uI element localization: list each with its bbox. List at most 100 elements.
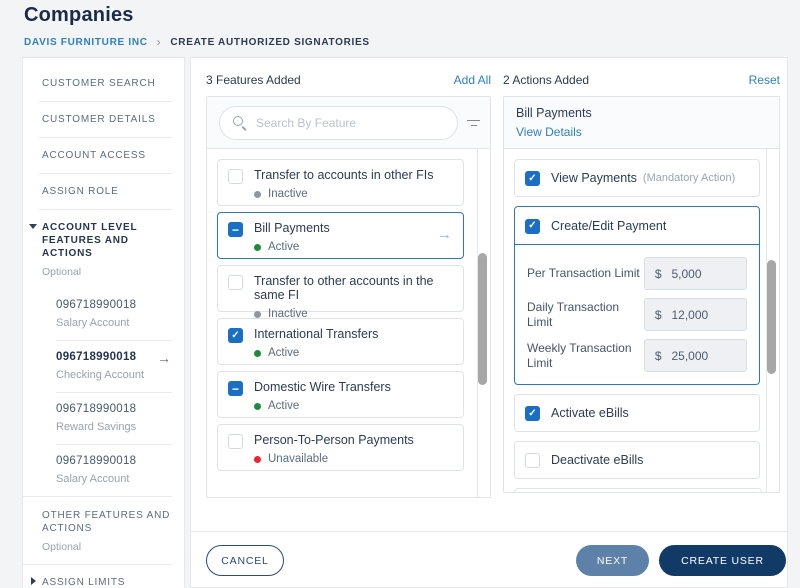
currency-symbol: $ <box>654 266 662 281</box>
action-card-deactivate-ebills[interactable]: Deactivate eBills <box>514 441 760 479</box>
account-number: 096718990018 <box>56 455 137 467</box>
breadcrumb: DAVIS FURNITURE INC CREATE AUTHORIZED SI… <box>24 35 370 49</box>
feature-card-bill-payments[interactable]: − Bill Payments Active <box>217 212 464 259</box>
reset-link[interactable]: Reset <box>749 73 780 87</box>
sidebar-item-assign-role[interactable]: ASSIGN ROLE <box>23 174 184 209</box>
feature-card-p2p-payments[interactable]: Person-To-Person Payments Unavailable <box>217 424 464 471</box>
feature-list: Transfer to accounts in other FIs Inacti… <box>207 149 490 497</box>
mandatory-action-note: (Mandatory Action) <box>642 172 736 184</box>
sidebar-item-label: ASSIGN LIMITS <box>42 577 126 588</box>
limit-row: Per Transaction Limit $ 5,000 <box>527 257 747 290</box>
feature-card-domestic-wire-transfers[interactable]: − Domestic Wire Transfers Active <box>217 371 464 418</box>
feature-card-international-transfers[interactable]: ✓ International Transfers Active <box>217 318 464 365</box>
feature-label: Transfer to accounts in other FIs <box>254 168 434 182</box>
feature-label: International Transfers <box>254 327 379 341</box>
feature-label: Transfer to other accounts in the same F… <box>254 274 434 302</box>
feature-checkbox[interactable] <box>228 169 243 184</box>
transaction-limits: Per Transaction Limit $ 5,000 Daily Tran… <box>515 245 759 384</box>
sidebar-item-other-features[interactable]: OTHER FEATURES AND ACTIONS <box>23 497 184 538</box>
view-details-link[interactable]: View Details <box>516 125 582 139</box>
feature-label: Bill Payments <box>254 221 330 235</box>
actions-added-count: 2 Actions Added <box>503 73 590 87</box>
page-title: Companies <box>24 4 134 26</box>
account-number: 096718990018 <box>56 299 137 311</box>
action-card-view-payments[interactable]: ✓ View Payments (Mandatory Action) <box>514 159 760 197</box>
main-panel: 3 Features Added Add All 2 Actions Added… <box>190 57 788 588</box>
limit-value: 5,000 <box>671 266 702 281</box>
per-transaction-limit-input[interactable]: $ 5,000 <box>643 257 747 290</box>
search-placeholder: Search By Feature <box>256 115 357 130</box>
action-checkbox[interactable]: ✓ <box>525 218 540 234</box>
filter-icon[interactable] <box>466 117 481 129</box>
action-card-activate-ebills[interactable]: ✓ Activate eBills <box>514 394 760 432</box>
sidebar-account-salary-2[interactable]: 096718990018 Salary Account <box>23 445 184 496</box>
sidebar-item-label: ACCOUNT LEVEL FEATURES AND ACTIONS <box>42 222 138 259</box>
sidebar-account-salary-1[interactable]: 096718990018 Salary Account <box>23 289 184 340</box>
action-label: View Payments <box>551 171 637 185</box>
status-label: Unavailable <box>268 453 329 465</box>
arrow-right-icon <box>437 226 452 243</box>
sidebar-account-checking[interactable]: 096718990018 Checking Account <box>23 341 184 392</box>
sidebar-item-customer-details[interactable]: CUSTOMER DETAILS <box>23 102 184 137</box>
limit-row: Daily Transaction Limit $ 12,000 <box>527 298 747 331</box>
optional-label: Optional <box>42 266 82 278</box>
create-user-button[interactable]: CREATE USER <box>659 545 786 576</box>
feature-checkbox[interactable]: − <box>228 381 243 396</box>
status-label: Active <box>268 241 300 253</box>
actions-column-header: 2 Actions Added Reset <box>503 73 780 87</box>
status-dot <box>254 243 261 251</box>
next-button[interactable]: NEXT <box>576 545 649 576</box>
scrollbar-thumb[interactable] <box>767 260 776 374</box>
footer-divider <box>191 531 787 532</box>
status-label: Inactive <box>268 188 308 200</box>
account-type: Checking Account <box>56 369 145 381</box>
action-label: Activate eBills <box>551 406 629 420</box>
sidebar-item-account-level-features[interactable]: ACCOUNT LEVEL FEATURES AND ACTIONS <box>23 210 184 263</box>
features-added-count: 3 Features Added <box>206 73 301 87</box>
limit-value: 12,000 <box>671 307 709 322</box>
status-label: Active <box>268 400 300 412</box>
feature-checkbox[interactable] <box>228 275 243 290</box>
search-icon <box>232 115 247 130</box>
action-card-create-edit-payment[interactable]: ✓ Create/Edit Payment <box>515 207 759 245</box>
cancel-button[interactable]: CANCEL <box>206 545 284 576</box>
sidebar-item-customer-search[interactable]: CUSTOMER SEARCH <box>23 66 184 101</box>
actions-panel: Bill Payments View Details ✓ View Paymen… <box>503 96 780 493</box>
feature-checkbox[interactable]: − <box>228 222 243 237</box>
account-type: Salary Account <box>56 317 130 329</box>
account-type: Reward Savings <box>56 421 137 433</box>
sidebar-account-reward-savings[interactable]: 096718990018 Reward Savings <box>23 393 184 444</box>
feature-label: Domestic Wire Transfers <box>254 380 391 394</box>
feature-search-row: Search By Feature <box>207 97 490 149</box>
action-checkbox[interactable] <box>525 453 540 468</box>
weekly-transaction-limit-input[interactable]: $ 25,000 <box>643 339 747 372</box>
status-dot <box>254 349 261 357</box>
scrollbar-thumb[interactable] <box>478 253 487 385</box>
feature-card-transfer-other-fis[interactable]: Transfer to accounts in other FIs Inacti… <box>217 159 464 206</box>
triangle-right-icon <box>31 577 36 585</box>
sidebar-item-account-access[interactable]: ACCOUNT ACCESS <box>23 138 184 173</box>
limit-value: 25,000 <box>671 348 709 363</box>
action-label: Create/Edit Payment <box>551 218 667 233</box>
action-group-create-edit-payment: ✓ Create/Edit Payment Per Transaction Li… <box>514 206 760 385</box>
arrow-right-icon <box>157 350 171 366</box>
optional-label: Optional <box>42 541 82 553</box>
feature-label: Person-To-Person Payments <box>254 433 414 447</box>
feature-checkbox[interactable] <box>228 434 243 449</box>
daily-transaction-limit-input[interactable]: $ 12,000 <box>643 298 747 331</box>
action-checkbox[interactable]: ✓ <box>525 406 540 421</box>
feature-checkbox[interactable]: ✓ <box>228 328 243 343</box>
action-label: Deactivate eBills <box>551 453 644 467</box>
wizard-sidebar: CUSTOMER SEARCH CUSTOMER DETAILS ACCOUNT… <box>22 57 185 588</box>
limit-label: Daily Transaction Limit <box>527 299 620 329</box>
sidebar-item-assign-limits[interactable]: ASSIGN LIMITS <box>23 565 184 588</box>
currency-symbol: $ <box>654 348 662 363</box>
selected-feature-name: Bill Payments <box>516 106 592 120</box>
breadcrumb-parent-link[interactable]: DAVIS FURNITURE INC <box>24 37 148 48</box>
action-checkbox[interactable]: ✓ <box>525 171 540 186</box>
limit-label: Per Transaction Limit <box>527 266 640 280</box>
add-all-link[interactable]: Add All <box>454 73 491 87</box>
partially-visible-action-card <box>514 488 762 492</box>
feature-card-transfer-same-fi[interactable]: Transfer to other accounts in the same F… <box>217 265 464 320</box>
search-input[interactable]: Search By Feature <box>219 105 458 140</box>
